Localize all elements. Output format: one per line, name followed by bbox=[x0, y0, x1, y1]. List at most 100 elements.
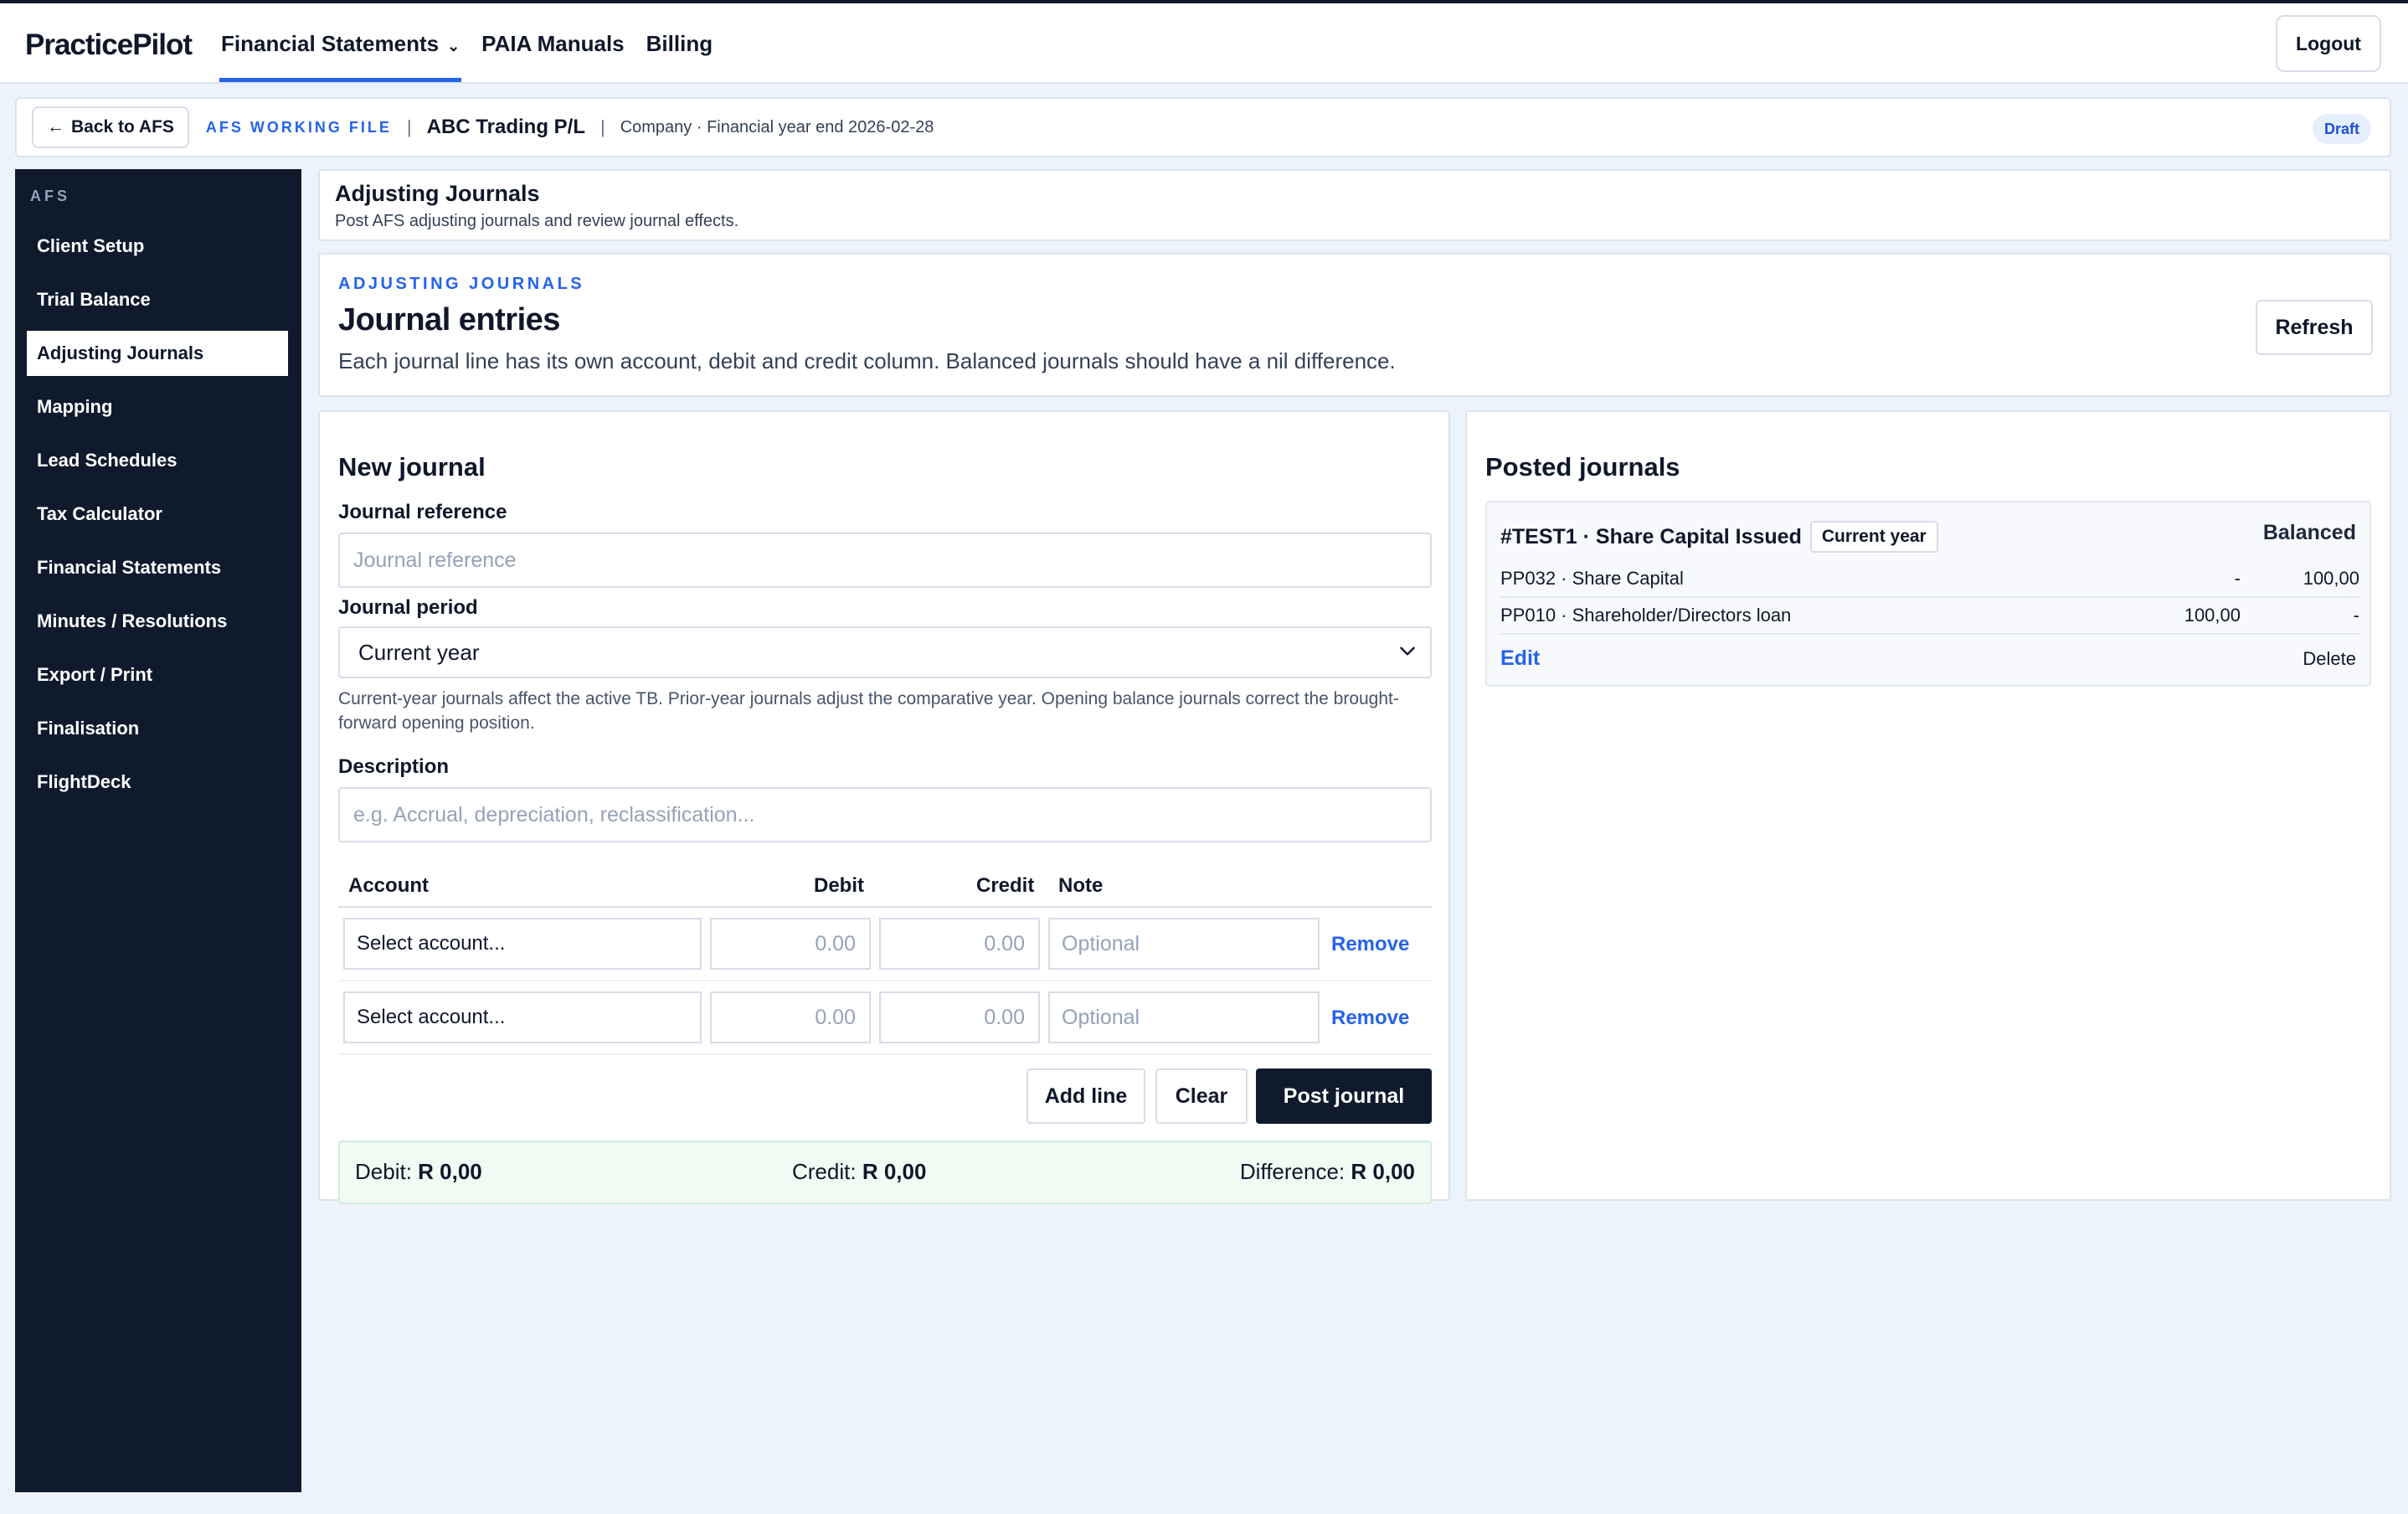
total-debit: Debit: R 0,00 bbox=[355, 1159, 482, 1185]
nav-billing[interactable]: Billing bbox=[645, 3, 714, 84]
remove-line-button[interactable]: Remove bbox=[1331, 1007, 1409, 1030]
credit-input[interactable]: 0.00 bbox=[879, 991, 1040, 1043]
nav-paia-manuals[interactable]: PAIA Manuals bbox=[480, 3, 625, 84]
description-input[interactable]: e.g. Accrual, depreciation, reclassifica… bbox=[338, 787, 1432, 842]
remove-line-button[interactable]: Remove bbox=[1331, 933, 1409, 956]
debit-input[interactable]: 0.00 bbox=[710, 991, 871, 1043]
page-subtitle: Post AFS adjusting journals and review j… bbox=[335, 212, 739, 230]
total-credit-value: R 0,00 bbox=[862, 1159, 927, 1184]
account-select[interactable]: Select account... bbox=[343, 918, 702, 970]
column-header-credit: Credit bbox=[976, 874, 1035, 897]
account-select[interactable]: Select account... bbox=[343, 991, 702, 1043]
journal-entries-header: ADJUSTING JOURNALS Journal entries Each … bbox=[318, 253, 2391, 397]
sidebar-item-lead-schedules[interactable]: Lead Schedules bbox=[27, 438, 288, 483]
total-difference: Difference: R 0,00 bbox=[1240, 1159, 1415, 1185]
sidebar-item-mapping[interactable]: Mapping bbox=[27, 384, 288, 430]
sidebar-item-export-print[interactable]: Export / Print bbox=[27, 652, 288, 698]
main-nav: Financial Statements ⌄ PAIA Manuals Bill… bbox=[219, 3, 733, 84]
balance-status: Balanced bbox=[2262, 521, 2356, 544]
sidebar-item-client-setup[interactable]: Client Setup bbox=[27, 224, 288, 269]
company-meta: Company · Financial year end 2026-02-28 bbox=[620, 117, 934, 136]
nav-paia-manuals-label: PAIA Manuals bbox=[481, 30, 625, 56]
sidebar-heading: AFS bbox=[30, 188, 70, 204]
journal-lines-header: Account Debit Credit Note bbox=[338, 866, 1432, 908]
delete-journal-link[interactable]: Delete bbox=[2303, 648, 2356, 670]
journal-totals: Debit: R 0,00 Credit: R 0,00 Difference:… bbox=[338, 1141, 1432, 1204]
chevron-down-icon bbox=[1400, 646, 1415, 656]
line-credit: 100,00 bbox=[2303, 568, 2359, 589]
journal-period-select[interactable]: Current year bbox=[338, 626, 1432, 678]
top-navbar: PracticePilot Financial Statements ⌄ PAI… bbox=[0, 0, 2408, 84]
posted-journal-name: #TEST1 · Share Capital Issued bbox=[1500, 524, 1802, 548]
separator: | bbox=[599, 116, 605, 137]
line-credit: - bbox=[2353, 605, 2359, 626]
note-input[interactable]: Optional bbox=[1048, 918, 1320, 970]
back-to-afs-button[interactable]: ← Back to AFS bbox=[32, 106, 189, 148]
logout-button[interactable]: Logout bbox=[2276, 15, 2381, 72]
sidebar-item-trial-balance[interactable]: Trial Balance bbox=[27, 277, 288, 322]
sidebar-item-finalisation[interactable]: Finalisation bbox=[27, 706, 288, 751]
sidebar-item-tax-calculator[interactable]: Tax Calculator bbox=[27, 492, 288, 537]
afs-context-bar: ← Back to AFS AFS WORKING FILE | ABC Tra… bbox=[15, 97, 2391, 157]
total-difference-value: R 0,00 bbox=[1351, 1159, 1415, 1184]
journal-period-value: Current year bbox=[358, 639, 480, 665]
post-journal-button[interactable]: Post journal bbox=[1256, 1069, 1432, 1124]
back-to-afs-label: Back to AFS bbox=[71, 117, 174, 136]
sidebar-item-flightdeck[interactable]: FlightDeck bbox=[27, 760, 288, 805]
journal-period-help: Current-year journals affect the active … bbox=[338, 689, 1399, 733]
line-account: PP032 · Share Capital bbox=[1500, 568, 1684, 589]
edit-journal-link[interactable]: Edit bbox=[1500, 646, 1540, 671]
sidebar: AFS Client Setup Trial Balance Adjusting… bbox=[15, 169, 301, 1492]
debit-input[interactable]: 0.00 bbox=[710, 918, 871, 970]
brand-logo[interactable]: PracticePilot bbox=[25, 28, 193, 62]
period-badge: Current year bbox=[1809, 521, 1938, 553]
posted-journal-line: PP032 · Share Capital - 100,00 bbox=[1500, 561, 2359, 598]
column-header-debit: Debit bbox=[814, 874, 864, 897]
sidebar-item-adjusting-journals[interactable]: Adjusting Journals bbox=[27, 331, 288, 376]
posted-journal-title: #TEST1 · Share Capital Issued Current ye… bbox=[1500, 521, 1938, 553]
posted-journals-panel: Posted journals #TEST1 · Share Capital I… bbox=[1465, 410, 2391, 1201]
new-journal-panel: New journal Journal reference Journal re… bbox=[318, 410, 1450, 1204]
journal-line-row: Select account... 0.00 0.00 Optional Rem… bbox=[338, 908, 1432, 981]
column-header-note: Note bbox=[1058, 874, 1104, 897]
total-debit-label: Debit: bbox=[355, 1159, 412, 1184]
posted-journal-card: #TEST1 · Share Capital Issued Current ye… bbox=[1485, 501, 2371, 687]
refresh-button[interactable]: Refresh bbox=[2256, 300, 2373, 355]
nav-financial-statements-label: Financial Statements bbox=[221, 30, 440, 56]
line-account: PP010 · Shareholder/Directors loan bbox=[1500, 605, 1792, 626]
note-input[interactable]: Optional bbox=[1048, 991, 1320, 1043]
journal-actions: Add line Clear Post journal bbox=[338, 1055, 1432, 1139]
separator: | bbox=[406, 116, 412, 137]
line-debit: 100,00 bbox=[2184, 605, 2241, 626]
posted-journal-line: PP010 · Shareholder/Directors loan 100,0… bbox=[1500, 598, 2359, 635]
column-header-account: Account bbox=[348, 874, 429, 897]
arrow-left-icon: ← bbox=[47, 117, 64, 136]
total-debit-value: R 0,00 bbox=[418, 1159, 482, 1184]
sidebar-item-financial-statements[interactable]: Financial Statements bbox=[27, 545, 288, 590]
posted-journals-title: Posted journals bbox=[1485, 452, 1680, 481]
section-eyebrow: ADJUSTING JOURNALS bbox=[338, 275, 585, 293]
journal-line-row: Select account... 0.00 0.00 Optional Rem… bbox=[338, 981, 1432, 1055]
line-debit: - bbox=[2234, 568, 2241, 589]
page-title: Adjusting Journals bbox=[335, 181, 540, 206]
total-credit: Credit: R 0,00 bbox=[792, 1159, 926, 1185]
clear-button[interactable]: Clear bbox=[1155, 1069, 1248, 1124]
page-header: Adjusting Journals Post AFS adjusting jo… bbox=[318, 169, 2391, 241]
total-difference-label: Difference: bbox=[1239, 1159, 1345, 1184]
journal-reference-input[interactable]: Journal reference bbox=[338, 533, 1432, 588]
chevron-down-icon: ⌄ bbox=[447, 37, 461, 54]
journal-reference-label: Journal reference bbox=[338, 501, 507, 523]
status-badge: Draft bbox=[2312, 114, 2371, 144]
sidebar-item-minutes-resolutions[interactable]: Minutes / Resolutions bbox=[27, 599, 288, 644]
new-journal-title: New journal bbox=[338, 452, 486, 481]
add-line-button[interactable]: Add line bbox=[1026, 1069, 1145, 1124]
credit-input[interactable]: 0.00 bbox=[879, 918, 1040, 970]
section-description: Each journal line has its own account, d… bbox=[338, 348, 1396, 373]
journal-period-label: Journal period bbox=[338, 596, 478, 619]
afs-working-file-tag: AFS WORKING FILE bbox=[205, 118, 392, 136]
nav-billing-label: Billing bbox=[646, 30, 713, 56]
company-name: ABC Trading P/L bbox=[426, 116, 585, 138]
total-credit-label: Credit: bbox=[792, 1159, 857, 1184]
description-label: Description bbox=[338, 755, 450, 778]
nav-financial-statements[interactable]: Financial Statements ⌄ bbox=[219, 3, 462, 84]
